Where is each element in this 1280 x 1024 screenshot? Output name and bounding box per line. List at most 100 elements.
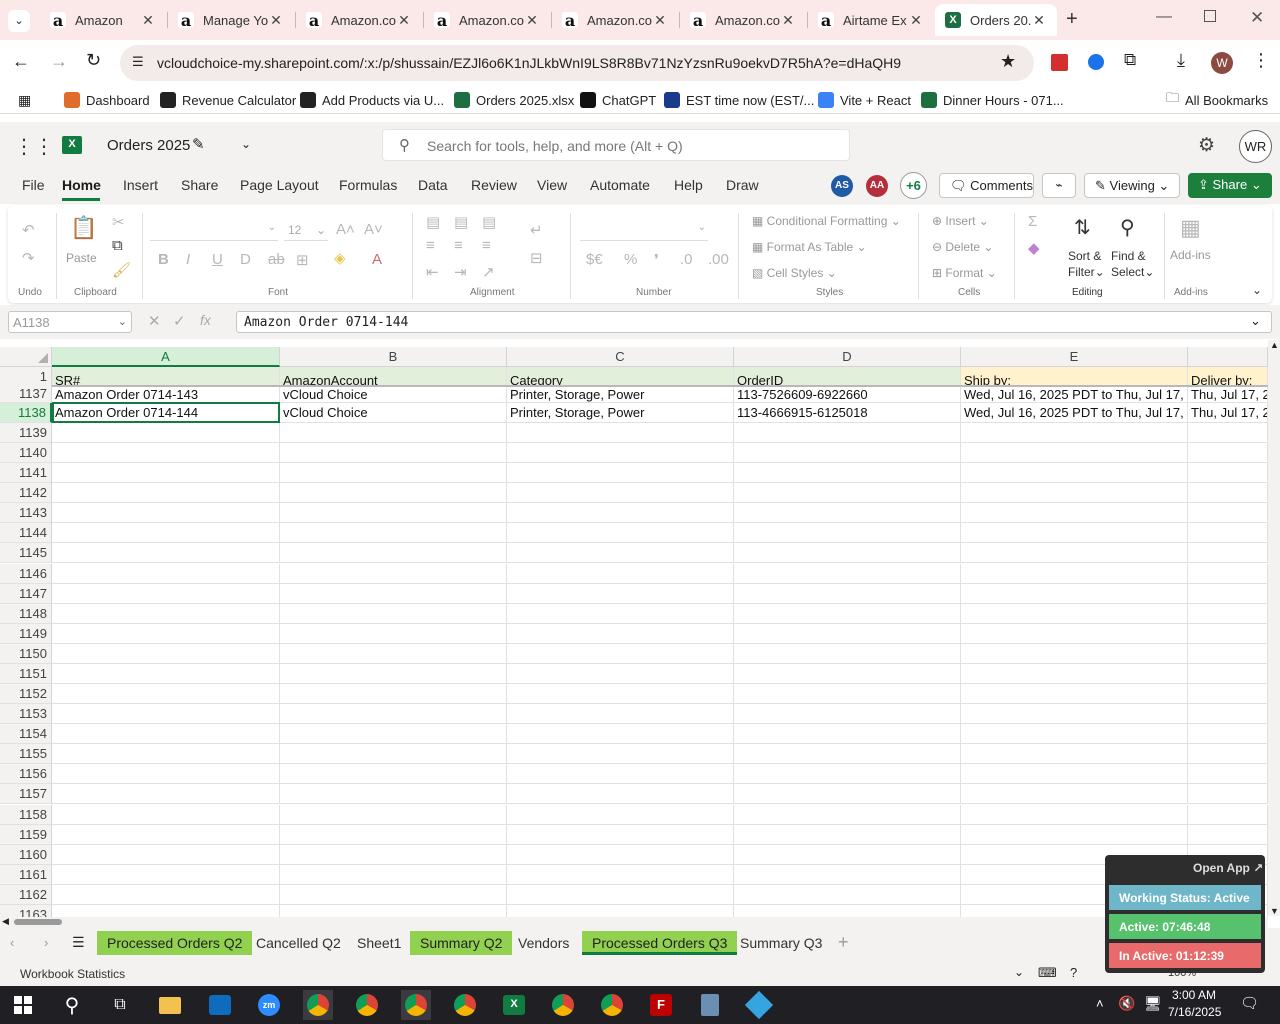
chrome-icon-1[interactable] xyxy=(303,990,333,1020)
column-title-cell[interactable]: Ship by: xyxy=(961,367,1188,387)
autosum-icon[interactable]: Σ xyxy=(1028,213,1037,230)
table-cell[interactable] xyxy=(507,663,734,684)
settings-gear-icon[interactable]: ⚙ xyxy=(1198,134,1215,157)
table-cell[interactable] xyxy=(961,463,1188,484)
table-cell[interactable] xyxy=(734,563,961,584)
copy-icon[interactable]: ⧉ xyxy=(112,237,123,254)
horizontal-scrollbar[interactable]: ◀ xyxy=(0,916,1268,928)
table-cell[interactable] xyxy=(280,844,507,865)
table-cell[interactable] xyxy=(280,724,507,745)
table-cell[interactable]: Thu, Jul 17, 2 xyxy=(1188,403,1268,423)
table-cell[interactable] xyxy=(734,804,961,825)
table-cell[interactable] xyxy=(280,904,507,917)
table-cell[interactable] xyxy=(280,884,507,905)
table-cell[interactable] xyxy=(734,463,961,484)
restore-window-icon[interactable] xyxy=(1204,10,1216,22)
bookmark-item[interactable]: Vite + React xyxy=(818,90,911,110)
browser-tab-7[interactable]: a Airtame Ex ✕ xyxy=(808,4,934,36)
find-select-label[interactable]: Find & Select⌄ xyxy=(1111,248,1154,280)
table-cell[interactable] xyxy=(280,824,507,845)
app-launcher-icon[interactable]: ⋮⋮ xyxy=(14,134,54,159)
table-cell[interactable] xyxy=(734,643,961,664)
paste-clipboard-icon[interactable]: 📋 xyxy=(70,215,97,241)
table-cell[interactable] xyxy=(52,623,280,644)
table-cell[interactable] xyxy=(280,704,507,725)
table-cell[interactable] xyxy=(280,583,507,604)
column-header-d[interactable]: D xyxy=(734,347,961,367)
table-cell[interactable] xyxy=(280,503,507,524)
table-cell[interactable] xyxy=(1188,583,1268,604)
increase-indent-icon[interactable]: ⇥ xyxy=(454,263,467,281)
menu-tab-draw[interactable]: Draw xyxy=(726,177,759,193)
share-button[interactable]: ⇪ Share ⌄ xyxy=(1188,173,1272,198)
row-header[interactable]: 1139 xyxy=(0,423,52,443)
table-cell[interactable] xyxy=(280,603,507,624)
table-cell[interactable] xyxy=(507,443,734,464)
table-cell[interactable] xyxy=(734,443,961,464)
more-collaborators-badge[interactable]: +6 xyxy=(900,172,927,199)
cancel-x-icon[interactable]: ✕ xyxy=(148,312,161,330)
table-cell[interactable] xyxy=(52,483,280,504)
tab-search-chevron-icon[interactable]: ⌄ xyxy=(8,10,30,32)
bookmark-item[interactable]: Dashboard xyxy=(64,90,150,110)
catch-up-button[interactable]: ⌁ xyxy=(1042,173,1076,198)
table-cell[interactable] xyxy=(507,704,734,725)
paste-label[interactable]: Paste xyxy=(66,251,97,265)
table-cell[interactable] xyxy=(1188,704,1268,725)
column-title-cell[interactable]: SR# xyxy=(52,367,280,387)
browser-tab-3[interactable]: a Amazon.co ✕ xyxy=(296,4,422,36)
bookmark-item[interactable]: Dinner Hours - 071... xyxy=(921,90,1064,110)
row-header[interactable]: 1158 xyxy=(0,804,52,825)
help-icon[interactable]: ? xyxy=(1070,965,1077,980)
table-cell[interactable]: Amazon Order 0714-143 xyxy=(52,385,280,403)
row-header[interactable]: 1145 xyxy=(0,543,52,564)
vscode-icon[interactable] xyxy=(744,990,774,1020)
bookmark-item[interactable]: ChatGPT xyxy=(580,90,656,110)
table-cell[interactable] xyxy=(280,663,507,684)
table-cell[interactable] xyxy=(734,583,961,604)
table-cell[interactable] xyxy=(734,483,961,504)
bookmark-item[interactable]: Add Products via U... xyxy=(300,90,444,110)
browser-tab-8[interactable]: X Orders 20. ✕ xyxy=(935,4,1057,36)
table-cell[interactable] xyxy=(734,744,961,765)
table-cell[interactable] xyxy=(507,543,734,564)
decrease-indent-icon[interactable]: ⇤ xyxy=(426,263,439,281)
table-cell[interactable] xyxy=(52,904,280,917)
decrease-decimal-icon[interactable]: .00 xyxy=(708,251,729,268)
row-header[interactable]: 1151 xyxy=(0,663,52,684)
close-tab-icon[interactable]: ✕ xyxy=(780,12,796,29)
all-sheets-menu-icon[interactable]: ☰ xyxy=(72,934,85,951)
table-cell[interactable] xyxy=(961,684,1188,705)
close-tab-icon[interactable]: ✕ xyxy=(396,12,412,29)
column-header-c[interactable]: C xyxy=(507,347,734,367)
table-cell[interactable] xyxy=(961,483,1188,504)
table-cell[interactable] xyxy=(280,764,507,785)
table-cell[interactable] xyxy=(52,603,280,624)
search-taskbar-icon[interactable]: ⚲ xyxy=(57,990,87,1020)
table-cell[interactable] xyxy=(52,463,280,484)
number-format-dropdown[interactable]: ⌄ xyxy=(580,219,708,241)
excel-taskbar-icon[interactable]: X xyxy=(499,990,529,1020)
comma-style-icon[interactable]: ❜ xyxy=(654,251,659,269)
table-cell[interactable] xyxy=(1188,463,1268,484)
table-cell[interactable] xyxy=(734,423,961,443)
wrap-text-icon[interactable]: ↵ xyxy=(530,221,543,239)
menu-tab-file[interactable]: File xyxy=(22,177,45,193)
delete-cells-button[interactable]: ⊖ Delete ⌄ xyxy=(932,240,993,254)
keyboard-icon[interactable]: ⌨ xyxy=(1038,965,1057,981)
table-cell[interactable] xyxy=(734,724,961,745)
table-cell[interactable] xyxy=(734,824,961,845)
edit-pin-icon[interactable]: ✎ xyxy=(192,135,205,153)
table-cell[interactable] xyxy=(507,784,734,805)
table-cell[interactable] xyxy=(1188,483,1268,504)
user-avatar[interactable]: WR xyxy=(1239,130,1272,163)
filezilla-icon[interactable]: F xyxy=(646,990,676,1020)
table-cell[interactable] xyxy=(734,543,961,564)
table-cell[interactable]: Printer, Storage, Power xyxy=(507,403,734,423)
table-cell[interactable] xyxy=(52,704,280,725)
table-cell[interactable] xyxy=(280,804,507,825)
table-cell[interactable] xyxy=(507,804,734,825)
clock-date[interactable]: 7/16/2025 xyxy=(1168,1005,1221,1019)
increase-decimal-icon[interactable]: .0 xyxy=(680,251,693,268)
table-cell[interactable] xyxy=(507,603,734,624)
